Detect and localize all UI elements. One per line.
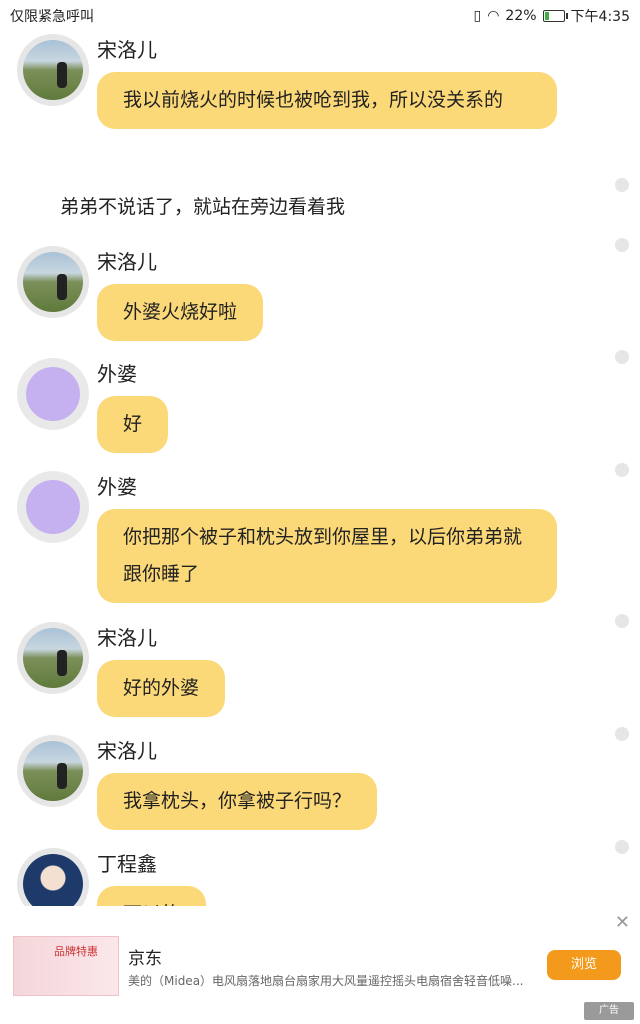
status-dot [615, 463, 629, 477]
chat-area[interactable]: 宋洛儿 ￼￼我以前烧火的时候也被呛到我，所以没关系的 弟弟不说话了，就站在旁边看… [0, 30, 640, 906]
ad-title[interactable]: 京东 [128, 944, 162, 969]
status-dot [615, 178, 629, 192]
sender-name: 宋洛儿 [97, 250, 157, 274]
message-bubble[interactable]: 外婆火烧好啦 [97, 284, 264, 341]
message-bubble[interactable]: 我拿枕头，你拿被子行吗？ [97, 773, 378, 830]
avatar[interactable] [17, 735, 89, 807]
sender-name: 外婆 [97, 475, 137, 499]
wifi-icon: ◠ [487, 8, 500, 24]
sender-name: 宋洛儿 [97, 38, 157, 62]
avatar[interactable] [17, 246, 89, 318]
status-dot [615, 614, 629, 628]
status-dot [615, 727, 629, 741]
avatar[interactable] [17, 848, 89, 906]
carrier-status: 仅限紧急呼叫 [10, 9, 94, 25]
ad-thumbnail[interactable]: 品牌特惠 [13, 936, 119, 996]
ad-browse-button[interactable]: 浏览 [547, 950, 621, 980]
message-bubble[interactable]: 可以的 [97, 886, 207, 906]
status-icons: ▯ ◠ 22% 下午4:35 [473, 6, 630, 26]
close-icon[interactable]: ✕ [615, 912, 630, 933]
ad-thumb-text: 品牌特惠 [54, 945, 98, 958]
ad-banner[interactable]: ✕ 品牌特惠 京东 美的（Midea）电风扇落地扇台扇家用大风量遥控摇头电扇宿舍… [0, 906, 640, 1024]
status-dot [615, 840, 629, 854]
status-dot [615, 350, 629, 364]
clock: 下午4:35 [570, 9, 630, 25]
battery-icon [542, 10, 568, 22]
sender-name: 宋洛儿 [97, 626, 157, 650]
message-bubble[interactable]: ￼￼我以前烧火的时候也被呛到我，所以没关系的 [97, 72, 557, 129]
battery-percent: 22% [505, 8, 537, 24]
avatar[interactable] [17, 358, 89, 430]
message-bubble[interactable]: 你把那个被子和枕头放到你屋里，以后你弟弟就跟你睡了 [97, 509, 557, 603]
status-dot [615, 238, 629, 252]
narration-text: 弟弟不说话了，就站在旁边看着我 [60, 196, 346, 218]
message-bubble[interactable]: 好的外婆 [97, 660, 226, 717]
message-bubble[interactable]: 好 [97, 396, 169, 453]
sender-name: 外婆 [97, 362, 137, 386]
avatar[interactable] [17, 34, 89, 106]
ad-description[interactable]: 美的（Midea）电风扇落地扇台扇家用大风量遥控摇头电扇宿舍轻音低噪... [128, 972, 528, 989]
sender-name: 丁程鑫 [97, 852, 157, 876]
vibrate-icon: ▯ [473, 8, 482, 24]
sender-name: 宋洛儿 [97, 739, 157, 763]
ad-badge: 广告 [584, 1002, 634, 1020]
avatar[interactable] [17, 471, 89, 543]
status-bar: 仅限紧急呼叫 ▯ ◠ 22% 下午4:35 [0, 0, 640, 30]
avatar[interactable] [17, 622, 89, 694]
